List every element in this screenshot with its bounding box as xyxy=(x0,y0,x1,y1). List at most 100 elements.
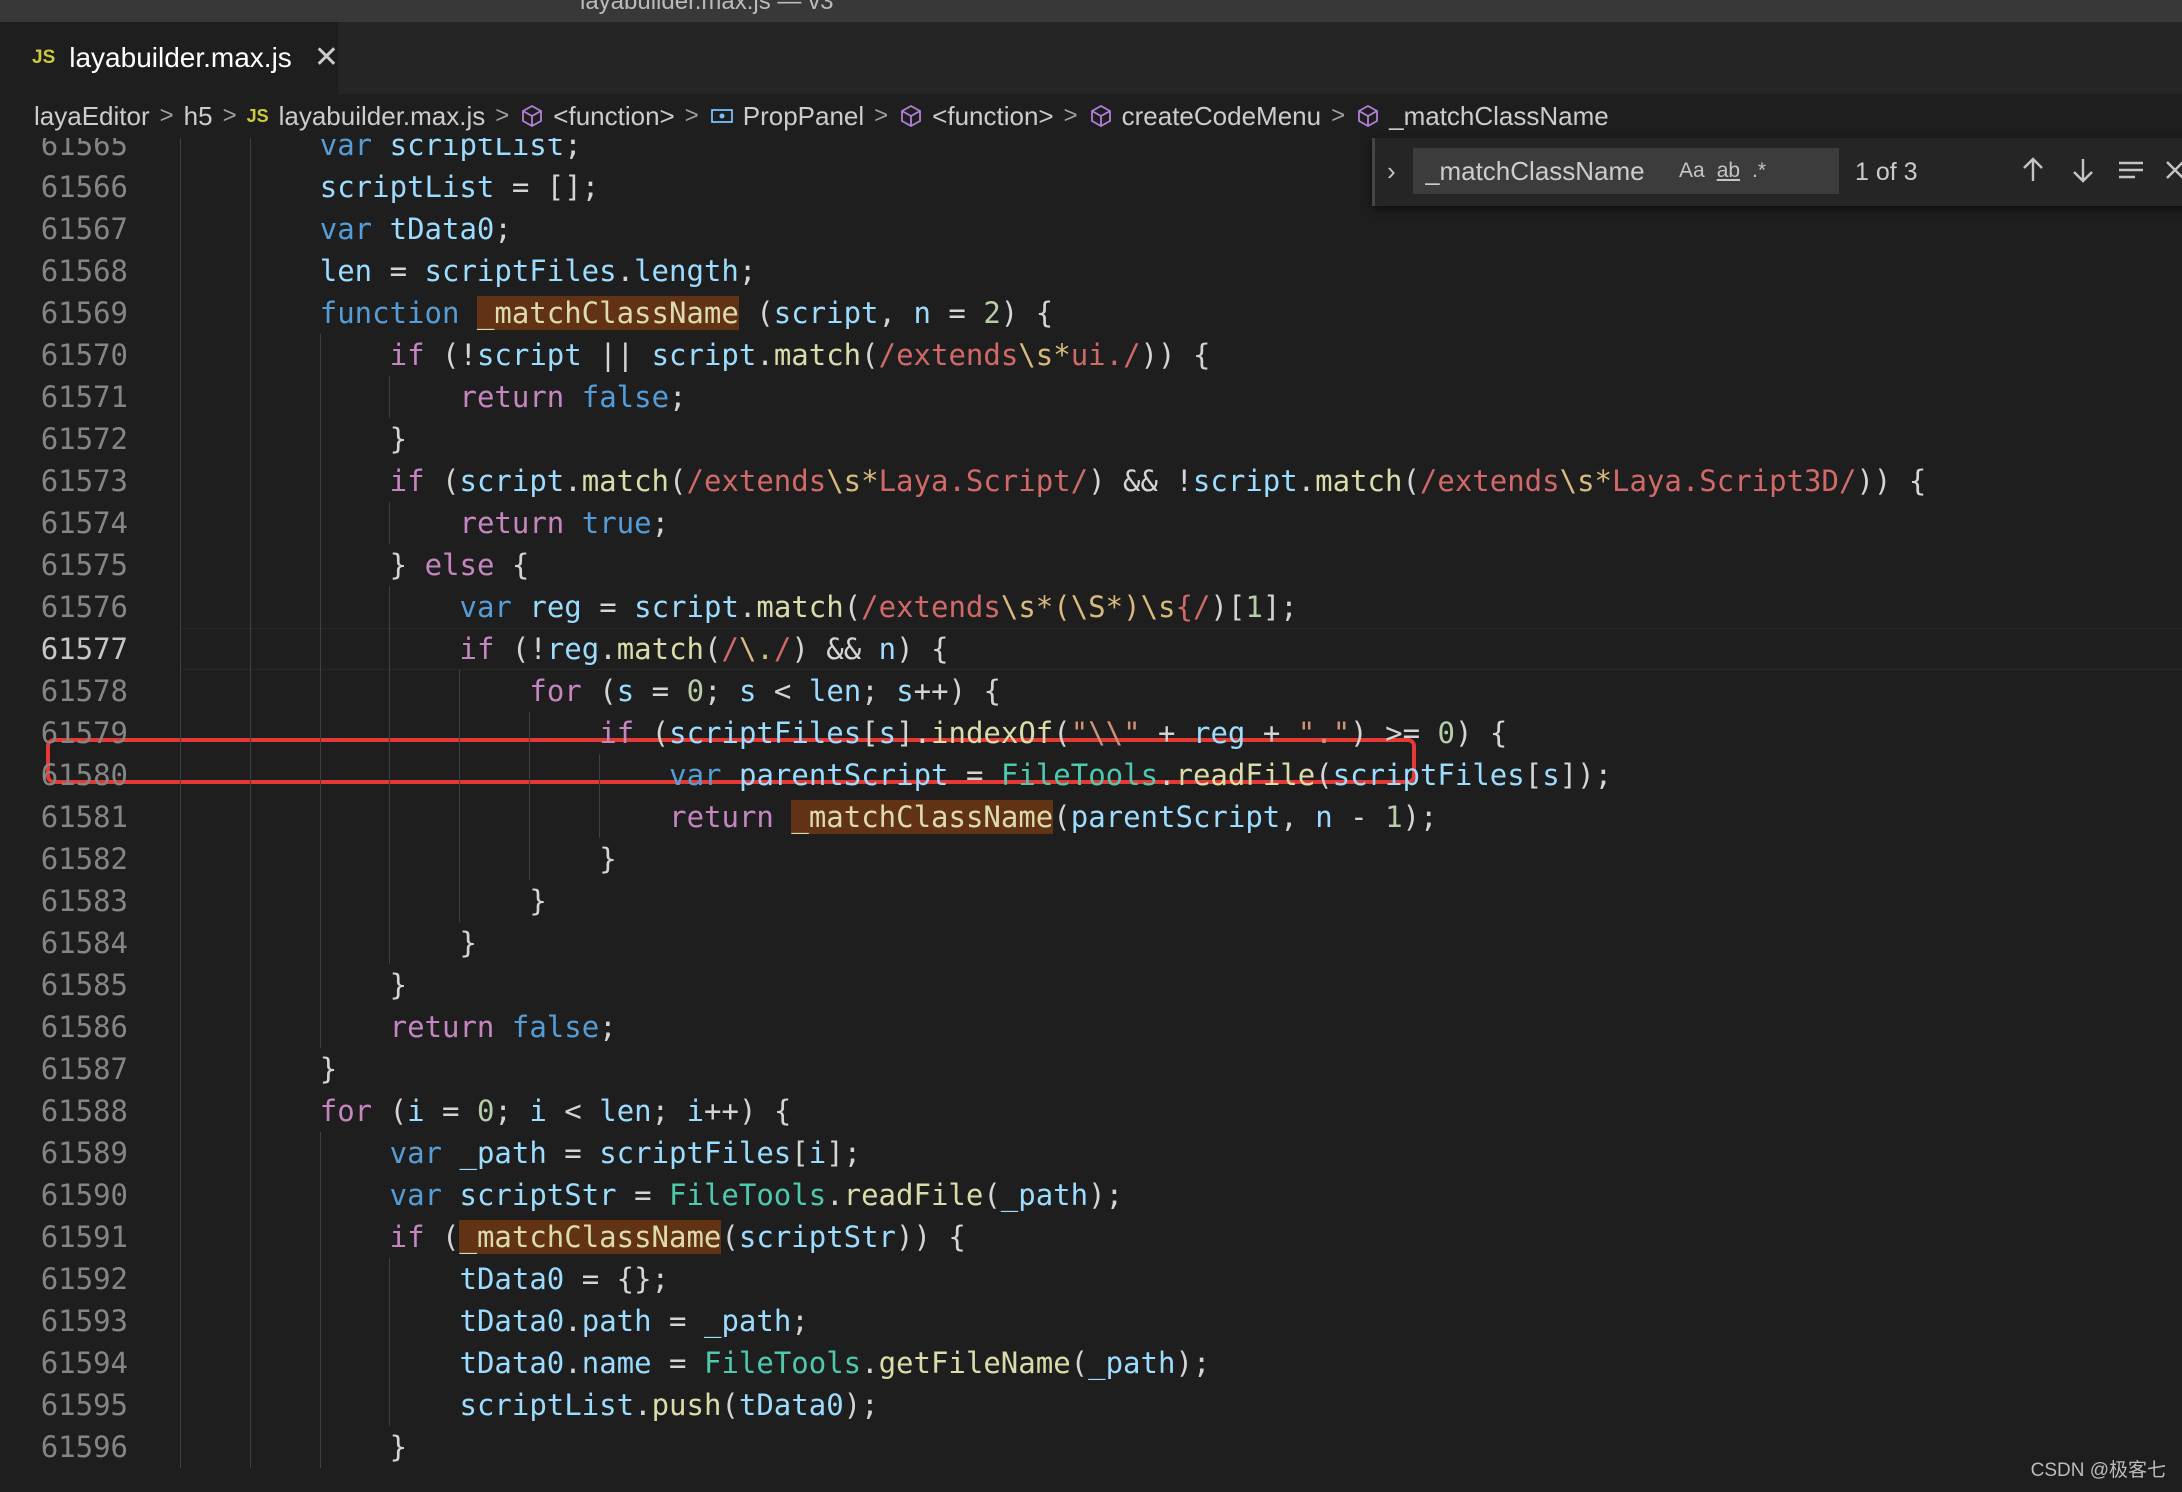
breadcrumb-separator: > xyxy=(1331,102,1346,129)
breadcrumb-separator: > xyxy=(1063,102,1078,129)
whole-word-icon[interactable]: ab xyxy=(1717,159,1740,183)
cube-icon xyxy=(522,104,543,128)
code-text: } xyxy=(389,968,408,1002)
code-text: for (s = 0; s < len; s++) { xyxy=(529,674,1001,708)
code-line[interactable]: 61588 for (i = 0; i < len; i++) { xyxy=(0,1090,2182,1132)
regex-icon[interactable]: .* xyxy=(1752,159,1766,183)
breadcrumb-item[interactable]: <function> xyxy=(898,101,1054,132)
code-text: var _path = scriptFiles[i]; xyxy=(389,1136,862,1170)
code-line[interactable]: 61570 if (!script || script.match(/exten… xyxy=(0,334,2182,376)
code-text: } xyxy=(529,884,547,918)
code-text: if (scriptFiles[s].indexOf("\\" + reg + … xyxy=(599,716,1508,750)
arrow-up-icon[interactable] xyxy=(2015,152,2051,188)
code-line[interactable]: 61596 } xyxy=(0,1426,2182,1468)
code-line[interactable]: 61567 var tData0; xyxy=(0,208,2182,250)
line-number: 61575 xyxy=(40,548,128,582)
line-number: 61577 xyxy=(40,632,128,666)
breadcrumb-item[interactable]: layaEditor xyxy=(34,101,150,132)
code-line[interactable]: 61584 } xyxy=(0,922,2182,964)
code-text: tData0.path = _path; xyxy=(459,1304,809,1338)
code-line[interactable]: 61580 var parentScript = FileTools.readF… xyxy=(0,754,2182,796)
line-number: 61581 xyxy=(40,800,128,834)
line-number: 61576 xyxy=(40,590,128,624)
breadcrumb-separator: > xyxy=(222,102,237,129)
find-in-selection-icon[interactable] xyxy=(2113,152,2149,188)
code-text: if (_matchClassName(scriptStr)) { xyxy=(389,1220,966,1254)
line-number: 61596 xyxy=(40,1430,128,1464)
line-number: 61586 xyxy=(40,1010,128,1044)
code-line[interactable]: 61582 } xyxy=(0,838,2182,880)
code-text: for (i = 0; i < len; i++) { xyxy=(319,1094,792,1128)
tab-layabuilder[interactable]: JS layabuilder.max.js ✕ xyxy=(0,22,339,94)
code-line[interactable]: 61575 } else { xyxy=(0,544,2182,586)
code-text: } xyxy=(389,422,408,456)
find-input-container: Aa ab .* xyxy=(1413,148,1839,194)
code-text: tData0.name = FileTools.getFileName(_pat… xyxy=(459,1346,1211,1380)
code-line[interactable]: 61587 } xyxy=(0,1048,2182,1090)
find-input[interactable] xyxy=(1423,154,1667,188)
line-number: 61593 xyxy=(40,1304,128,1338)
code-line[interactable]: 61590 var scriptStr = FileTools.readFile… xyxy=(0,1174,2182,1216)
code-line[interactable]: 61574 return true; xyxy=(0,502,2182,544)
close-icon[interactable]: ✕ xyxy=(314,43,339,73)
code-line[interactable]: 61595 scriptList.push(tData0); xyxy=(0,1384,2182,1426)
code-line[interactable]: 61586 return false; xyxy=(0,1006,2182,1048)
breadcrumb-separator: > xyxy=(159,102,174,129)
breadcrumb-item[interactable]: h5 xyxy=(184,101,213,132)
line-number: 61580 xyxy=(40,758,128,792)
breadcrumb-item[interactable]: PropPanel xyxy=(709,101,864,132)
code-text: return true; xyxy=(459,506,670,540)
code-line[interactable]: 61583 } xyxy=(0,880,2182,922)
code-line[interactable]: 61589 var _path = scriptFiles[i]; xyxy=(0,1132,2182,1174)
breadcrumb-label: PropPanel xyxy=(742,100,865,131)
code-line[interactable]: 61572 } xyxy=(0,418,2182,460)
breadcrumb-label: layabuilder.max.js xyxy=(278,100,486,131)
breadcrumb-label: layaEditor xyxy=(34,100,150,131)
code-line[interactable]: 61568 len = scriptFiles.length; xyxy=(0,250,2182,292)
breadcrumb-item[interactable]: createCodeMenu xyxy=(1088,101,1321,132)
code-line[interactable]: 61569 function _matchClassName (script, … xyxy=(0,292,2182,334)
breadcrumb-item[interactable]: JS layabuilder.max.js xyxy=(247,101,486,132)
code-line[interactable]: 61578 for (s = 0; s < len; s++) { xyxy=(0,670,2182,712)
code-line[interactable]: 61591 if (_matchClassName(scriptStr)) { xyxy=(0,1216,2182,1258)
code-line[interactable]: 61592 tData0 = {}; xyxy=(0,1258,2182,1300)
code-text: } else { xyxy=(389,548,530,582)
code-editor[interactable]: 61565 var scriptList; 61566 scriptList = … xyxy=(0,138,2182,1492)
code-text: } xyxy=(319,1052,338,1086)
line-number: 61588 xyxy=(40,1094,128,1128)
code-line[interactable]: 61577 if (!reg.match(/\./) && n) { xyxy=(0,628,2182,670)
code-text: } xyxy=(389,1430,408,1464)
line-number: 61568 xyxy=(40,254,128,288)
line-number: 61589 xyxy=(40,1136,128,1170)
code-line[interactable]: 61571 return false; xyxy=(0,376,2182,418)
breadcrumb-label: createCodeMenu xyxy=(1121,100,1322,131)
code-line[interactable]: 61573 if (script.match(/extends\s*Laya.S… xyxy=(0,460,2182,502)
code-line[interactable]: 61576 var reg = script.match(/extends\s*… xyxy=(0,586,2182,628)
breadcrumb-item[interactable]: _matchClassName xyxy=(1355,101,1609,132)
chevron-right-icon[interactable]: › xyxy=(1387,156,1396,187)
close-icon[interactable] xyxy=(2157,152,2182,188)
line-number: 61583 xyxy=(40,884,128,918)
code-line[interactable]: 61579 if (scriptFiles[s].indexOf("\\" + … xyxy=(0,712,2182,754)
code-text: function _matchClassName (script, n = 2)… xyxy=(319,296,1054,330)
arrow-down-icon[interactable] xyxy=(2065,152,2101,188)
match-case-icon[interactable]: Aa xyxy=(1679,159,1705,183)
code-line[interactable]: 61593 tData0.path = _path; xyxy=(0,1300,2182,1342)
field-icon xyxy=(710,109,733,123)
line-number: 61590 xyxy=(40,1178,128,1212)
breadcrumb-separator: > xyxy=(495,102,510,129)
code-text: return _matchClassName(parentScript, n -… xyxy=(669,800,1438,834)
breadcrumb-item[interactable]: <function> xyxy=(519,101,675,132)
find-widget: › Aa ab .* 1 of 3 xyxy=(1372,138,2182,206)
code-line[interactable]: 61594 tData0.name = FileTools.getFileNam… xyxy=(0,1342,2182,1384)
line-number: 61578 xyxy=(40,674,128,708)
editor-tab-bar: JS layabuilder.max.js ✕ xyxy=(0,22,2182,94)
breadcrumb: layaEditor > h5 > JS layabuilder.max.js > <func… xyxy=(0,94,2182,138)
code-line[interactable]: 61585 } xyxy=(0,964,2182,1006)
code-line[interactable]: 61581 return _matchClassName(parentScrip… xyxy=(0,796,2182,838)
code-text: scriptList.push(tData0); xyxy=(459,1388,879,1422)
code-text: var scriptStr = FileTools.readFile(_path… xyxy=(389,1178,1124,1212)
code-text: var tData0; xyxy=(319,212,512,246)
line-number: 61565 xyxy=(40,138,128,162)
breadcrumb-label: h5 xyxy=(183,100,213,131)
